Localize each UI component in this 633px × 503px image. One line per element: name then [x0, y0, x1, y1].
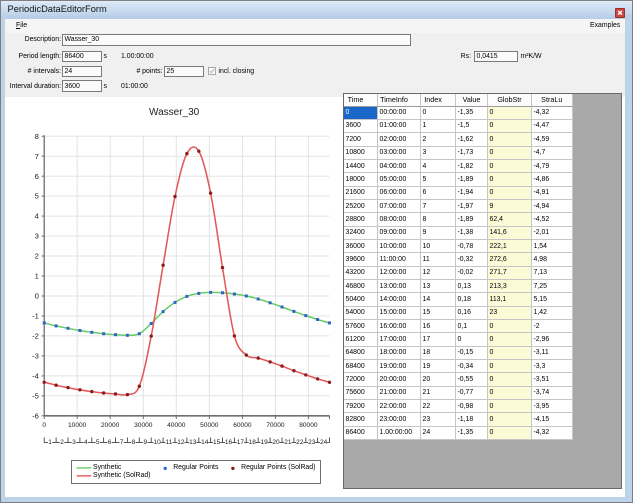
svg-text:40000: 40000: [167, 422, 186, 429]
svg-text:4: 4: [35, 212, 39, 221]
svg-text:30000: 30000: [134, 422, 153, 429]
svg-text:5: 5: [96, 439, 100, 446]
svg-text:23: 23: [308, 439, 316, 446]
svg-text:18: 18: [249, 439, 257, 446]
svg-text:11: 11: [166, 439, 173, 446]
svg-text:12: 12: [177, 439, 185, 446]
svg-text:-3: -3: [32, 352, 39, 361]
svg-text:10000: 10000: [68, 422, 87, 429]
svg-text:80000: 80000: [299, 422, 318, 429]
svg-text:7: 7: [120, 439, 124, 446]
svg-text:20000: 20000: [101, 422, 120, 429]
svg-text:70000: 70000: [266, 422, 285, 429]
svg-text:-2: -2: [32, 332, 39, 341]
svg-text:8: 8: [35, 132, 39, 141]
svg-text:19: 19: [260, 439, 268, 446]
svg-text:8: 8: [132, 439, 136, 446]
svg-text:-6: -6: [32, 411, 39, 420]
svg-text:50000: 50000: [200, 422, 219, 429]
svg-text:21: 21: [284, 439, 292, 446]
svg-text:1: 1: [35, 272, 39, 281]
svg-text:1: 1: [48, 439, 52, 446]
svg-text:3: 3: [35, 232, 39, 241]
svg-text:22: 22: [296, 439, 304, 446]
svg-text:60000: 60000: [233, 422, 252, 429]
svg-text:0: 0: [42, 422, 46, 429]
svg-text:17: 17: [237, 439, 245, 446]
svg-text:15: 15: [213, 439, 221, 446]
svg-text:2: 2: [35, 252, 39, 261]
svg-text:2: 2: [60, 439, 64, 446]
svg-text:3: 3: [72, 439, 76, 446]
svg-text:9: 9: [143, 439, 147, 446]
svg-text:10: 10: [153, 439, 161, 446]
svg-text:7: 7: [35, 152, 39, 161]
svg-text:5: 5: [35, 192, 39, 201]
svg-text:13: 13: [189, 439, 197, 446]
svg-text:-5: -5: [32, 391, 39, 400]
svg-text:14: 14: [201, 439, 209, 446]
svg-text:-4: -4: [32, 372, 39, 381]
svg-text:24: 24: [320, 439, 328, 446]
svg-text:6: 6: [35, 172, 39, 181]
svg-text:20: 20: [272, 439, 280, 446]
svg-text:4: 4: [84, 439, 88, 446]
svg-text:0: 0: [35, 292, 39, 301]
svg-text:16: 16: [225, 439, 233, 446]
svg-text:6: 6: [108, 439, 112, 446]
svg-text:-1: -1: [32, 312, 39, 321]
